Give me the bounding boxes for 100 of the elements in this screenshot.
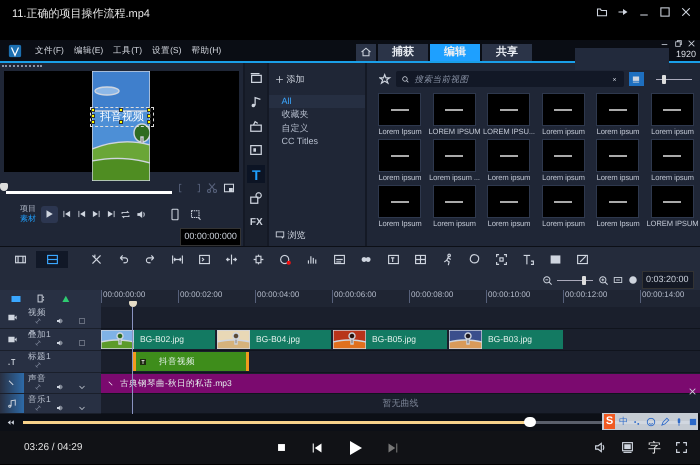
mode-toggle[interactable]: 项目 [20,204,36,214]
zoom-in-icon[interactable] [598,274,608,286]
previous-button[interactable] [311,442,323,454]
image-clip[interactable]: BG-B05.jpg [333,330,447,349]
title-thumbnail[interactable] [378,185,422,218]
editor-tab[interactable]: 捕获 [378,44,428,61]
phone-icon[interactable] [169,208,181,221]
fit-icon[interactable] [613,275,623,285]
scrub-handle[interactable] [0,183,8,192]
fullscreen-button[interactable] [675,441,688,454]
output-icon[interactable] [190,208,202,221]
add-marker-icon[interactable] [61,293,72,304]
volume-icon[interactable] [56,383,64,391]
title-thumbnail[interactable] [542,93,585,126]
volume-button[interactable] [594,441,607,454]
clear-icon[interactable] [611,76,618,83]
link-icon[interactable] [34,317,42,325]
slider-handle[interactable] [662,74,666,84]
pen-icon[interactable] [660,416,670,426]
menu-item[interactable]: 设置(S) [147,44,186,57]
menu-item[interactable]: 帮助(H) [186,44,226,57]
playhead-marker[interactable] [129,301,137,307]
edit-check-icon[interactable] [549,252,562,266]
grid-icon[interactable] [414,252,427,266]
timecode-field[interactable]: 00:00:00:000 [180,228,241,246]
title-thumbnail[interactable] [487,139,530,172]
pip-button[interactable] [621,441,634,454]
stop-button[interactable] [276,442,287,453]
volume-icon[interactable] [136,208,146,220]
mode-toggle[interactable]: 素材 [20,214,36,224]
volume-icon[interactable] [56,404,64,412]
close-icon[interactable] [680,6,692,18]
video-track-icon[interactable] [6,312,18,323]
title-thumbnail[interactable] [378,93,422,126]
link-icon[interactable] [34,361,42,369]
clock-icon[interactable] [628,275,638,285]
star-add-icon[interactable] [378,72,392,86]
image-clip[interactable]: BG-B04.jpg [217,330,331,349]
title-thumbnail[interactable] [596,93,640,126]
undo-icon[interactable] [117,252,130,266]
category-item[interactable]: 自定义 [269,122,365,134]
title-thumbnail[interactable] [596,185,640,218]
progress-handle[interactable] [524,417,536,427]
title-thumbnail[interactable] [432,185,476,218]
play-button[interactable] [40,206,58,223]
resize-icon[interactable] [252,252,265,266]
title-thumbnail[interactable] [596,139,640,172]
go-to-end-icon[interactable] [106,209,116,220]
go-to-start-icon[interactable] [62,209,72,220]
filter-tab[interactable]: FX [247,213,266,231]
category-item[interactable]: 收藏夹 [269,108,365,121]
lasso-icon[interactable] [468,252,481,266]
timecode-field[interactable]: 0:03:20:00 [642,271,694,289]
title-clip[interactable]: 抖音视频 [133,352,249,371]
app-logo-icon[interactable] [8,44,22,58]
record-icon[interactable] [279,252,292,266]
runner-icon[interactable] [441,252,454,266]
title-thumbnail[interactable] [542,185,585,218]
search-field[interactable]: 搜索当前视图 [396,71,624,87]
browse-button[interactable]: 浏览 [269,224,365,246]
restore-icon[interactable] [674,39,682,48]
category-item[interactable]: CC Titles [269,135,365,148]
title-thumbnail[interactable] [487,185,530,218]
fit-project-icon[interactable] [171,252,184,266]
slider-handle[interactable] [582,276,586,284]
screen-icon[interactable] [198,252,211,266]
expand-icon[interactable] [78,383,86,391]
add-button[interactable]: 添加 [269,69,365,90]
frame-icon[interactable] [495,252,508,266]
repeat-icon[interactable] [120,208,131,220]
maximize-icon[interactable] [659,6,671,18]
previous-frame-icon[interactable] [76,209,86,220]
snapshot-icon[interactable] [222,182,235,194]
edit-icon[interactable] [576,252,589,266]
home-tab[interactable] [356,44,376,61]
subtitle-icon[interactable] [333,252,346,266]
text-3d-icon[interactable] [522,252,535,266]
folder-icon[interactable] [596,6,608,18]
close-icon[interactable] [687,39,696,48]
menu-item[interactable]: 工具(T) [108,44,148,57]
title-thumbnail[interactable] [432,139,476,172]
menu-item[interactable]: 编辑(E) [68,44,108,57]
collapse-icon[interactable] [6,418,15,427]
title-track-icon[interactable] [6,356,18,367]
view-mode-button[interactable] [628,72,644,86]
mask-icon[interactable] [78,317,86,325]
split-arrows-icon[interactable] [225,252,238,266]
tools-icon[interactable] [90,252,103,266]
close-icon[interactable] [688,387,697,396]
mask-icon[interactable] [78,339,86,347]
category-item[interactable]: All [269,94,365,108]
menu-item[interactable]: 文件(F) [30,44,69,57]
volume-icon[interactable] [56,317,64,325]
title-thumbnail[interactable] [650,185,694,218]
title-thumbnail[interactable] [542,139,585,172]
scissors-icon[interactable] [206,182,218,194]
expand-icon[interactable] [78,404,86,412]
link-icon[interactable] [34,339,42,347]
image-clip[interactable]: BG-B03.jpg [449,330,563,349]
redo-icon[interactable] [144,252,157,266]
